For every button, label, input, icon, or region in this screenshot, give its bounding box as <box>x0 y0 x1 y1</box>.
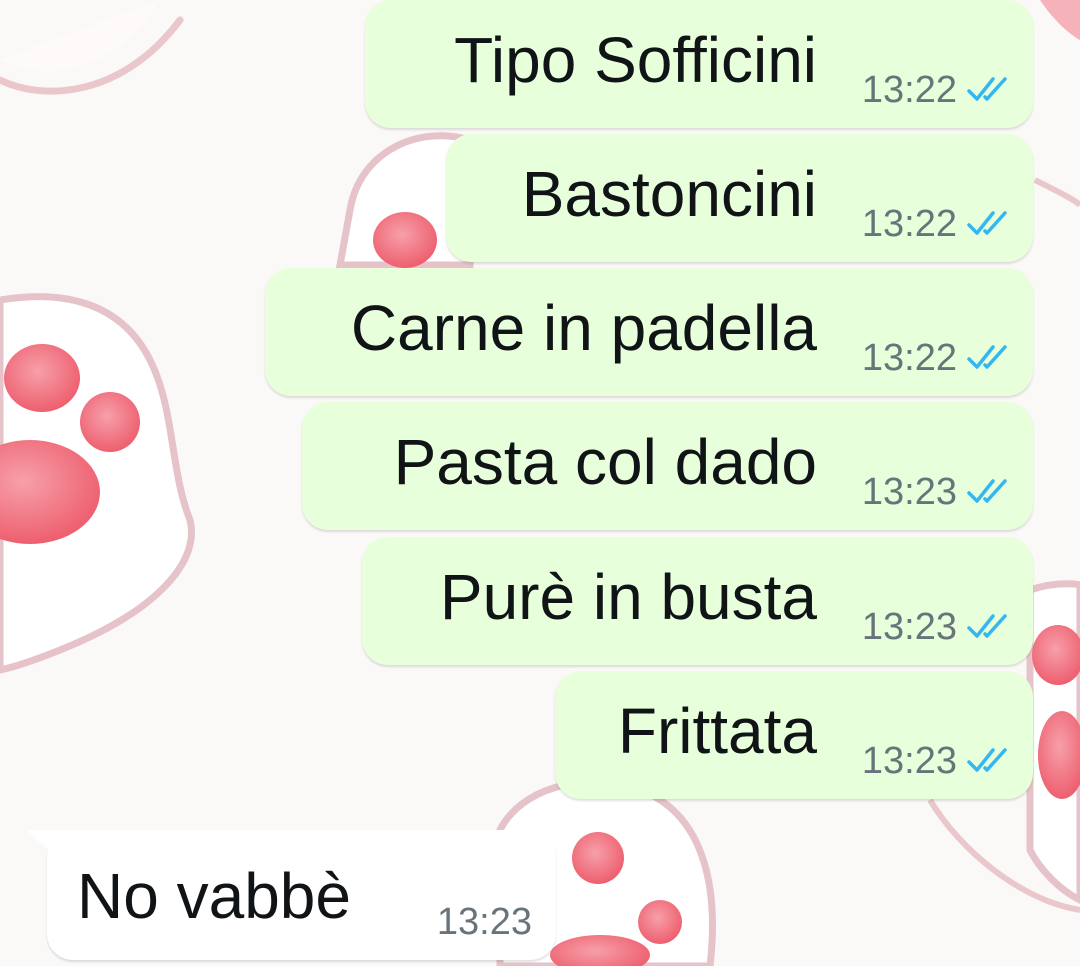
incoming-message-bubble[interactable]: No vabbè 13:23 <box>47 830 556 960</box>
message-meta: 13:23 <box>862 741 1011 781</box>
paw-decoration <box>0 0 184 95</box>
read-double-check-icon <box>967 345 1007 369</box>
message-meta: 13:22 <box>862 70 1011 110</box>
message-meta: 13:23 <box>862 607 1011 647</box>
paw-decoration <box>1033 0 1080 208</box>
read-double-check-icon <box>967 211 1007 235</box>
outgoing-message-bubble[interactable]: Carne in padella 13:22 <box>265 268 1033 396</box>
outgoing-message-bubble[interactable]: Pasta col dado 13:23 <box>302 402 1033 530</box>
message-text: Frittata <box>617 695 817 767</box>
message-text: Tipo Sofficini <box>454 24 817 96</box>
read-double-check-icon <box>967 479 1007 503</box>
read-double-check-icon <box>967 748 1007 772</box>
message-time: 13:23 <box>861 606 957 648</box>
message-text: Pasta col dado <box>393 426 817 498</box>
message-time: 13:22 <box>861 203 957 245</box>
outgoing-message-bubble[interactable]: Purè in busta 13:23 <box>362 537 1033 665</box>
message-time: 13:23 <box>861 740 957 782</box>
message-time: 13:23 <box>436 901 532 943</box>
message-meta: 13:22 <box>862 338 1011 378</box>
outgoing-message-bubble[interactable]: Bastoncini 13:22 <box>446 134 1033 262</box>
paw-decoration <box>1026 580 1080 904</box>
message-time: 13:23 <box>861 471 957 513</box>
message-meta: 13:23 <box>437 902 532 942</box>
message-time: 13:22 <box>861 337 957 379</box>
message-text: Carne in padella <box>350 292 817 364</box>
outgoing-message-bubble[interactable]: Tipo Sofficini 13:22 <box>365 0 1033 128</box>
outgoing-message-bubble[interactable]: Frittata 13:23 <box>555 671 1033 799</box>
read-double-check-icon <box>967 77 1007 101</box>
message-text: Purè in busta <box>439 561 817 633</box>
paw-decoration <box>0 293 195 674</box>
message-text: No vabbè <box>77 860 351 932</box>
message-time: 13:22 <box>861 69 957 111</box>
message-text: Bastoncini <box>521 158 817 230</box>
message-meta: 13:22 <box>862 204 1011 244</box>
read-double-check-icon <box>967 614 1007 638</box>
message-meta: 13:23 <box>862 472 1011 512</box>
